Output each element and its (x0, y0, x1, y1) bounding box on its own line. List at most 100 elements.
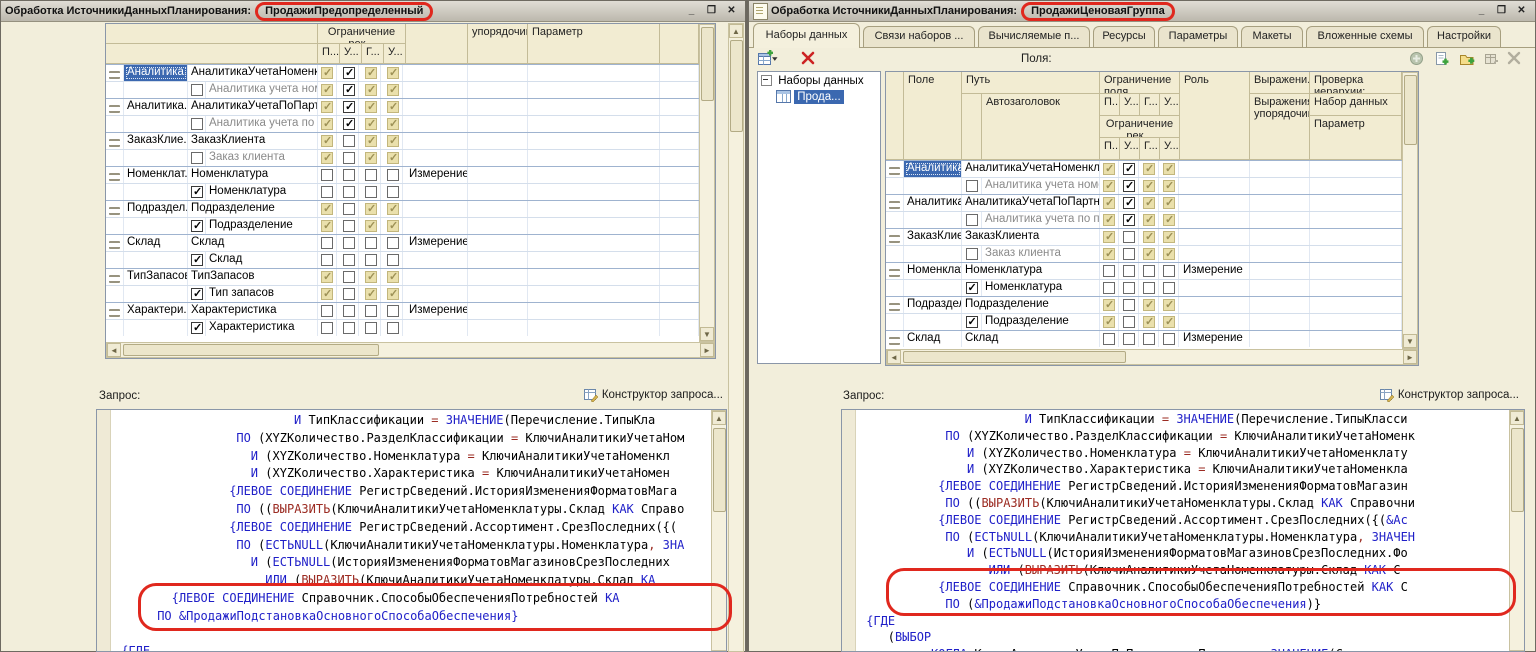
checkbox[interactable] (1143, 248, 1155, 260)
row-grip-icon[interactable] (106, 235, 124, 251)
cell[interactable] (1310, 161, 1402, 177)
column-header[interactable]: Ограничение рек... (318, 24, 406, 44)
checkbox[interactable] (1123, 180, 1135, 192)
column-header[interactable]: Проверка иерархии: (1310, 72, 1402, 94)
column-header[interactable] (886, 72, 904, 160)
datasets-tree[interactable]: Наборы данных Прода... (757, 71, 881, 364)
checkbox[interactable] (321, 305, 333, 317)
cell[interactable] (1120, 178, 1139, 194)
cell[interactable] (1310, 195, 1402, 211)
checkbox[interactable] (321, 169, 333, 181)
checkbox[interactable] (1123, 299, 1135, 311)
close-icon[interactable]: ✕ (724, 4, 739, 18)
checkbox[interactable] (1143, 265, 1155, 277)
cell[interactable] (886, 212, 904, 228)
cell[interactable] (362, 133, 381, 149)
checkbox[interactable] (387, 186, 399, 198)
checkbox[interactable] (387, 118, 399, 130)
add-auto-field-icon[interactable] (1409, 51, 1426, 68)
checkbox[interactable] (1123, 197, 1135, 209)
field-row[interactable]: Подраздел...Подразделение (886, 296, 1402, 313)
checkbox[interactable] (191, 186, 203, 198)
cell[interactable] (660, 116, 699, 132)
cell[interactable] (1140, 212, 1159, 228)
cell[interactable] (340, 167, 359, 183)
field-row[interactable]: Аналитика...АналитикаУчетаНоменкла... (106, 64, 699, 81)
scroll-up-icon[interactable]: ▲ (1510, 411, 1524, 425)
cell[interactable] (406, 116, 468, 132)
checkbox[interactable] (343, 322, 355, 334)
checkbox[interactable] (321, 101, 333, 113)
checkbox[interactable] (387, 101, 399, 113)
cell[interactable] (1120, 331, 1139, 347)
query-text-area[interactable]: И ТипКлассификации = ЗНАЧЕНИЕ(Перечислен… (841, 409, 1525, 652)
column-header[interactable]: Роль (1180, 72, 1250, 160)
add-dataset-icon[interactable] (757, 50, 774, 67)
cell[interactable] (528, 252, 660, 268)
cell[interactable] (468, 116, 528, 132)
cell[interactable] (904, 212, 962, 228)
checkbox[interactable] (321, 135, 333, 147)
cell[interactable] (406, 184, 468, 200)
cell[interactable] (528, 82, 660, 98)
checkbox[interactable] (966, 248, 978, 260)
cell[interactable] (886, 178, 904, 194)
column-header[interactable]: Г... (1140, 138, 1160, 160)
cell[interactable] (384, 82, 403, 98)
cell[interactable] (1160, 331, 1179, 347)
cell[interactable] (1250, 195, 1310, 211)
cell[interactable] (340, 320, 359, 336)
column-header[interactable]: У... (1120, 138, 1140, 160)
checkbox[interactable] (387, 203, 399, 215)
field-subrow[interactable]: Характеристика (106, 319, 699, 336)
field-row[interactable]: ЗаказКлие...ЗаказКлиента (106, 132, 699, 149)
close-icon[interactable]: ✕ (1514, 4, 1529, 18)
row-grip-icon[interactable] (886, 263, 904, 279)
cell-role[interactable] (406, 99, 468, 115)
cell[interactable] (528, 201, 660, 217)
cell[interactable] (1140, 195, 1159, 211)
checkbox[interactable] (387, 271, 399, 283)
checkbox[interactable] (191, 220, 203, 232)
cell[interactable] (362, 201, 381, 217)
cell-auto-title[interactable]: Номенклатура (982, 280, 1100, 296)
tab-item-2[interactable]: Вычисляемые п... (978, 26, 1090, 47)
cell[interactable] (1310, 246, 1402, 262)
cell[interactable] (1310, 314, 1402, 330)
cell[interactable] (124, 82, 188, 98)
cell[interactable] (106, 150, 124, 166)
scroll-left-icon[interactable]: ◄ (107, 343, 121, 357)
cell[interactable] (468, 252, 528, 268)
cell[interactable] (660, 99, 699, 115)
cell[interactable] (1310, 297, 1402, 313)
cell[interactable] (384, 303, 403, 319)
cell[interactable] (384, 201, 403, 217)
cell[interactable] (362, 320, 381, 336)
cell[interactable] (1100, 331, 1119, 347)
cell[interactable] (362, 82, 381, 98)
checkbox[interactable] (1103, 231, 1115, 243)
vertical-scrollbar[interactable]: ▼ (1402, 72, 1418, 349)
horizontal-scrollbar[interactable]: ◄► (106, 342, 715, 358)
cell[interactable] (528, 133, 660, 149)
row-grip-icon[interactable] (886, 229, 904, 245)
checkbox[interactable] (387, 322, 399, 334)
cell[interactable] (1160, 161, 1179, 177)
checkbox[interactable] (387, 220, 399, 232)
cell[interactable] (468, 303, 528, 319)
cell[interactable] (340, 133, 359, 149)
checkbox[interactable] (343, 101, 355, 113)
cell[interactable] (660, 286, 699, 302)
cell[interactable] (362, 269, 381, 285)
column-header[interactable]: Г... (1140, 94, 1160, 116)
cell-role[interactable] (406, 269, 468, 285)
tab-item-4[interactable]: Параметры (1158, 26, 1238, 47)
column-header[interactable] (962, 94, 982, 160)
cell[interactable] (362, 65, 381, 81)
cell[interactable] (1250, 263, 1310, 279)
cell[interactable] (660, 65, 699, 81)
column-header[interactable]: У... (1160, 94, 1180, 116)
checkbox[interactable] (1123, 214, 1135, 226)
cell[interactable] (1100, 246, 1119, 262)
cell-path[interactable]: ЗаказКлиента (962, 229, 1100, 245)
